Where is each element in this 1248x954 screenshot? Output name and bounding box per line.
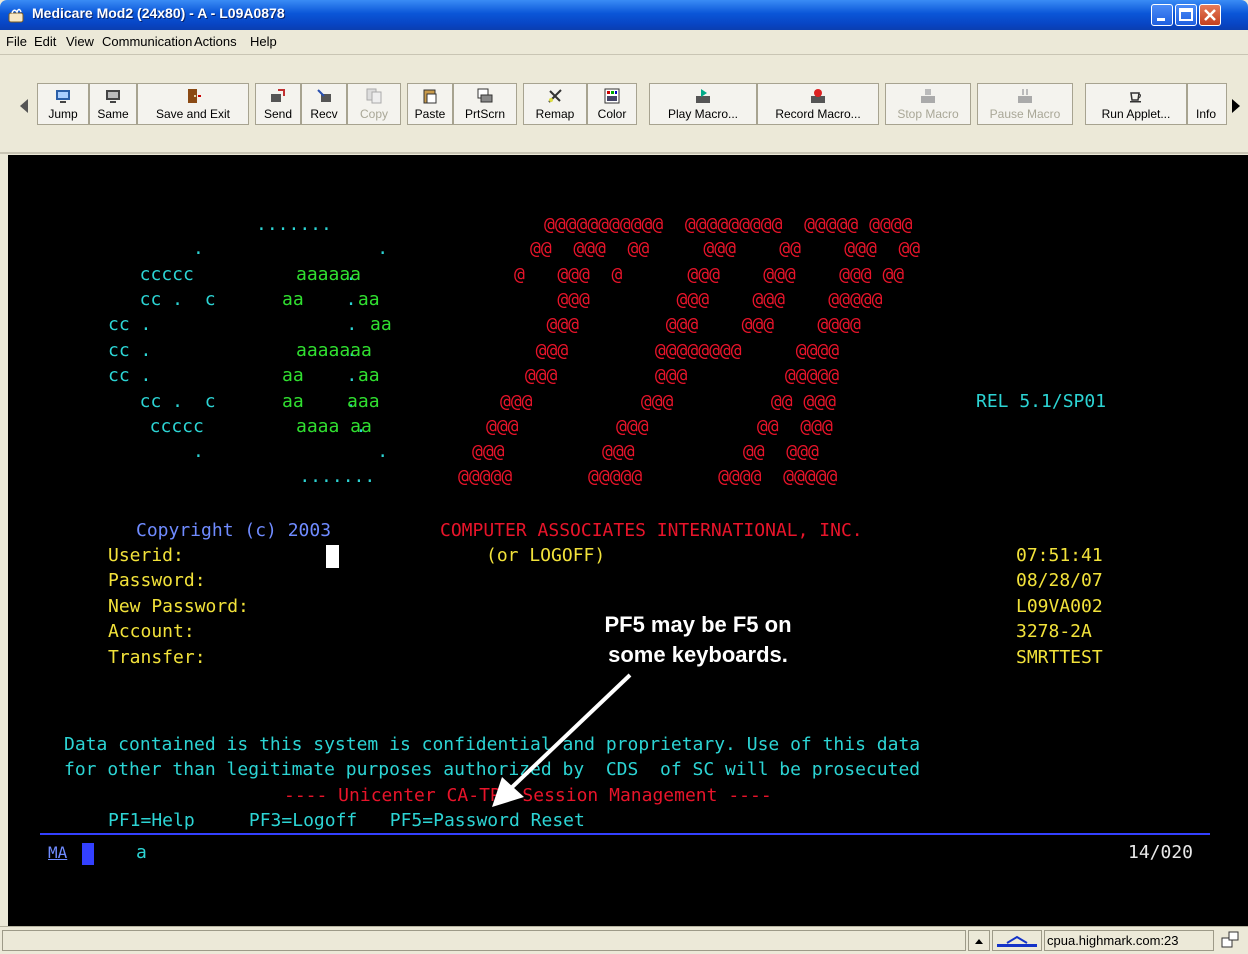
toolbar: Jump Same Save and Exit Send Recv Copy P… [0,55,1248,154]
app-icon [8,8,24,23]
menu-communication[interactable]: Communication [102,34,192,49]
remap-button[interactable]: Remap [523,83,587,125]
status-bar: cpua.highmark.com:23 [0,926,1248,953]
prtscrn-label: PrtScrn [464,107,505,121]
same-label: Same [97,107,129,121]
jump-button[interactable]: Jump [37,83,89,125]
remap-label: Remap [535,107,575,121]
copy-button[interactable]: Copy [347,83,401,125]
menu-view[interactable]: View [66,34,94,49]
scroll-up-icon [975,939,983,944]
maximize-icon [1179,8,1193,21]
menu-actions[interactable]: Actions [194,34,237,49]
jump-label: Jump [48,107,78,121]
receive-file-icon [317,89,331,102]
menu-bar: File Edit View Communication Actions Hel… [0,30,1248,55]
toolbar-scroll-right-icon[interactable] [1232,99,1240,113]
copy-icon [366,88,382,104]
info-button[interactable]: Info [1187,83,1227,125]
title-bar[interactable]: Medicare Mod2 (24x80) - A - L09A0878 [0,0,1248,30]
paste-icon [423,89,437,104]
close-button[interactable] [1199,4,1221,26]
paste-button[interactable]: Paste [407,83,453,125]
jump-icon [56,90,70,103]
record-macro-icon [811,89,825,103]
pause-macro-label: Pause Macro [989,107,1061,121]
color-palette-icon [604,88,620,104]
terminal-screen[interactable]: ....... . . ccccc . cc . c . cc . . cc .… [8,155,1248,926]
prtscrn-button[interactable]: PrtScrn [453,83,517,125]
same-icon [106,90,120,103]
door-exit-icon [188,89,201,103]
info-label: Info [1196,107,1217,121]
menu-file[interactable]: File [6,34,27,49]
print-screen-icon [477,88,493,103]
minimize-button[interactable] [1151,4,1173,26]
play-macro-button[interactable]: Play Macro... [649,83,757,125]
pause-macro-icon [1018,89,1032,103]
record-macro-label: Record Macro... [775,107,861,121]
pause-macro-button[interactable]: Pause Macro [977,83,1073,125]
cursor-position: 14/020 [1128,842,1194,863]
remap-keyboard-icon [548,89,562,103]
send-button[interactable]: Send [255,83,301,125]
connection-pane [992,930,1042,951]
status-message-pane [2,930,966,951]
recv-label: Recv [310,107,338,121]
stop-macro-icon [921,89,935,103]
close-icon [1204,9,1216,21]
send-label: Send [263,107,293,121]
save-and-exit-button[interactable]: Save and Exit [137,83,249,125]
stop-macro-button[interactable]: Stop Macro [885,83,971,125]
oia-status: MA [48,843,68,862]
oia-indicator [82,843,94,865]
host-address: cpua.highmark.com:23 [1047,933,1179,948]
maximize-button[interactable] [1175,4,1197,26]
connection-icon [997,935,1037,947]
menu-edit[interactable]: Edit [34,34,56,49]
save-and-exit-label: Save and Exit [155,107,231,121]
toolbar-scroll-left-icon[interactable] [20,99,28,113]
copy-label: Copy [359,107,388,121]
run-applet-button[interactable]: Run Applet... [1085,83,1187,125]
window-title: Medicare Mod2 (24x80) - A - L09A0878 [32,5,285,21]
color-label: Color [597,107,627,121]
record-macro-button[interactable]: Record Macro... [757,83,879,125]
paste-label: Paste [414,107,446,121]
play-macro-icon [696,89,710,103]
menu-help[interactable]: Help [250,34,277,49]
status-scroll-pane[interactable] [968,930,990,951]
annotation-arrow-icon [492,673,632,807]
recv-button[interactable]: Recv [301,83,347,125]
play-macro-label: Play Macro... [667,107,739,121]
send-file-icon [271,89,285,102]
stop-macro-label: Stop Macro [897,107,959,121]
oia-mode: a [136,842,147,863]
run-applet-label: Run Applet... [1101,107,1171,121]
oia-divider [40,833,1210,835]
minimize-icon [1157,18,1165,21]
network-status-icon [1221,931,1239,948]
color-button[interactable]: Color [587,83,637,125]
same-button[interactable]: Same [89,83,137,125]
coffee-cup-icon [1130,92,1141,103]
